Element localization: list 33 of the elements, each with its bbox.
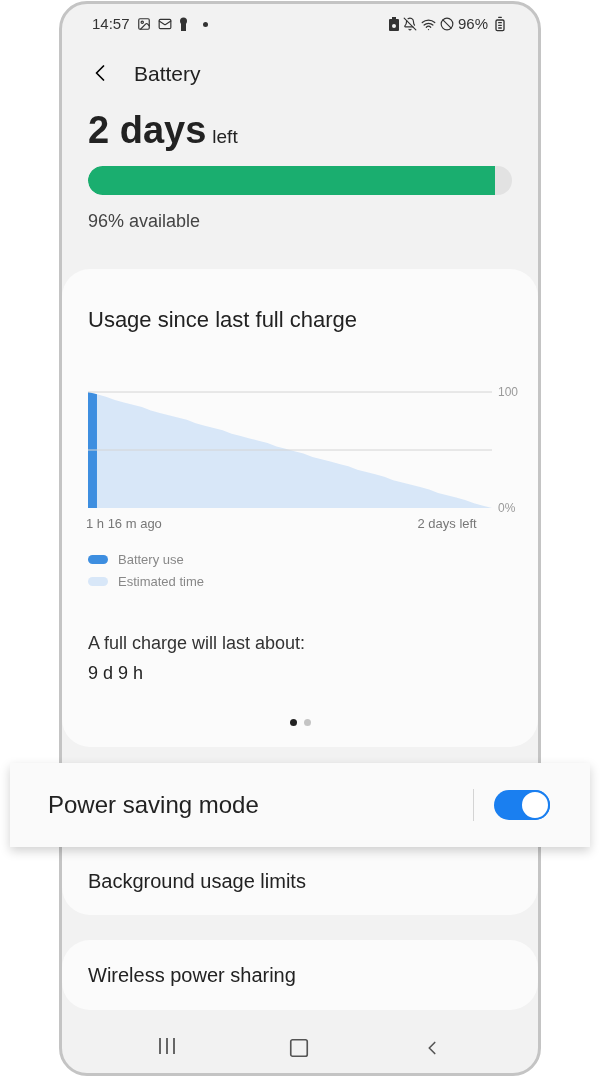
time-left-value: 2 days [88,111,207,149]
status-time: 14:57 [92,14,130,34]
battery-lock-icon [388,17,399,32]
mail-icon [157,17,172,32]
page-title: Battery [134,60,201,87]
full-charge-label: A full charge will last about: [88,631,307,655]
toggle-switch[interactable] [494,789,550,820]
legend-swatch [88,577,108,587]
block-icon [439,17,454,32]
axis-label: 100 [498,384,519,399]
mute-icon [402,17,417,32]
axis-label: 1 h 16 m ago [85,514,162,533]
image-icon [136,17,151,32]
recent-apps-button[interactable] [157,1037,178,1055]
setting-label: Power saving mode [48,789,260,820]
legend-swatch [88,554,108,564]
axis-label: 2 days left [417,514,477,533]
setting-label: Wireless power sharing [88,962,296,988]
axis-label: 0% [498,500,516,515]
legend-label: Battery use [118,550,184,569]
available-text: 96% available [87,209,202,233]
card-title: Usage since last full charge [88,306,358,332]
wifi-icon [420,16,436,32]
setting-label: Background usage limits [88,868,306,894]
keyhole-icon [178,17,188,32]
home-button[interactable] [288,1037,310,1059]
legend-label: Estimated time [118,573,204,591]
battery-percent: 96% [457,14,488,34]
time-left-unit: left [212,125,238,149]
setting-row[interactable]: Background usage limits [62,846,538,915]
battery-icon [492,16,508,33]
full-charge-value: 9 d 9 h [88,661,145,685]
setting-row[interactable]: Wireless power sharing [62,939,538,1010]
